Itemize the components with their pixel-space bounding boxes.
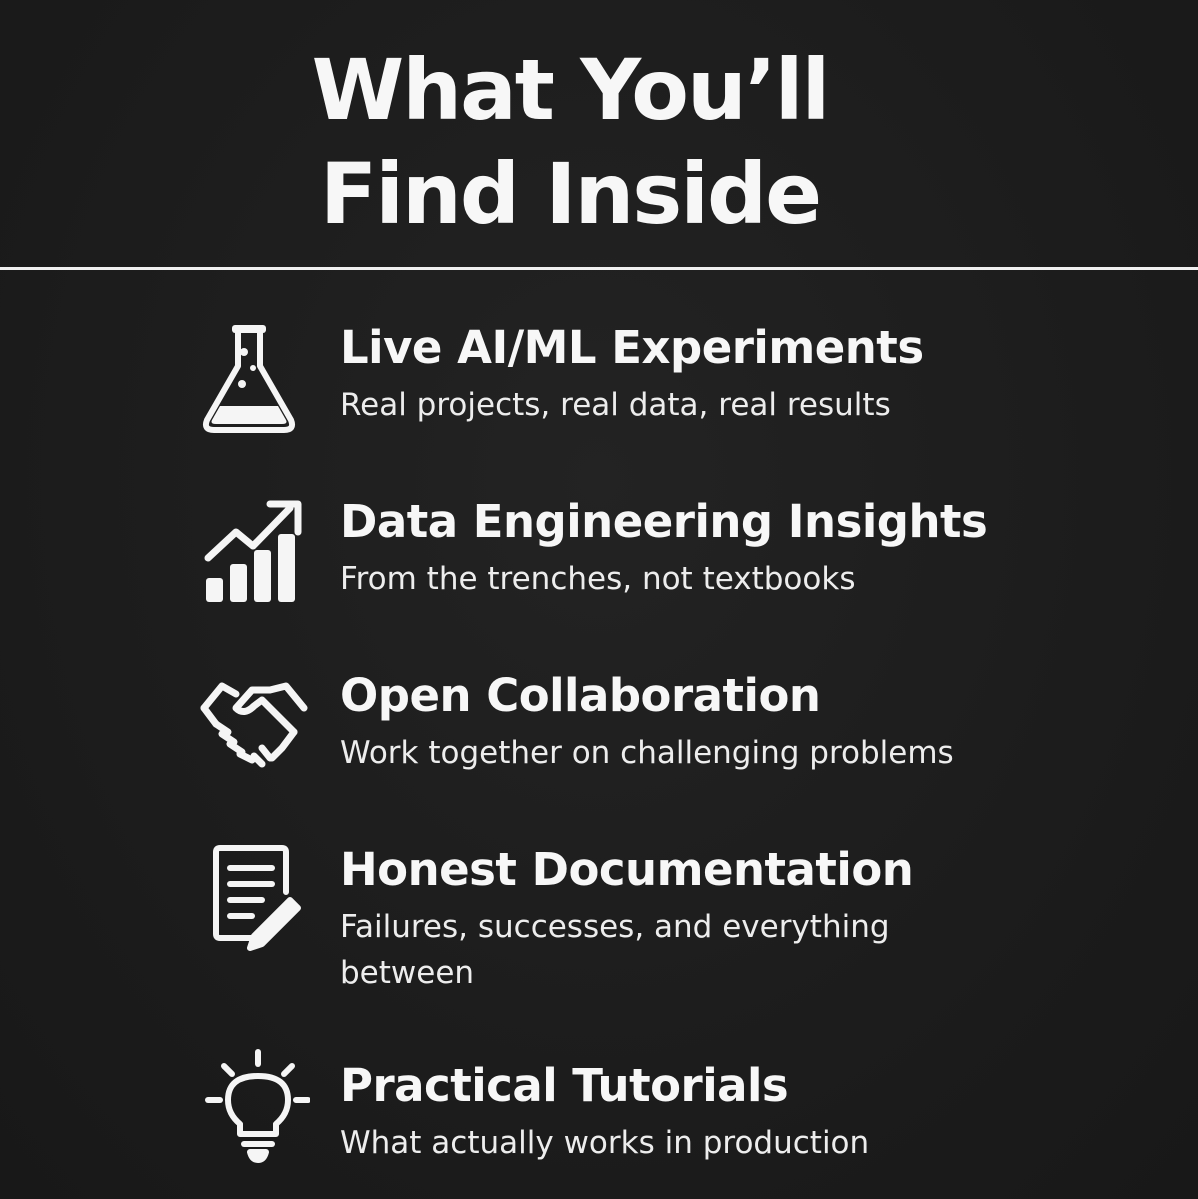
feature-description: Failures, successes, and everything betw…	[340, 909, 890, 991]
lightbulb-icon	[198, 1048, 310, 1168]
growth-chart-icon	[198, 494, 310, 614]
feature-description: From the trenches, not textbooks	[340, 561, 856, 597]
document-pen-icon	[198, 842, 310, 962]
feature-description: Work together on challenging problems	[340, 735, 954, 771]
handshake-icon	[198, 668, 310, 788]
feature-heading: Honest Documentation	[340, 843, 914, 896]
feature-description: Real projects, real data, real results	[340, 387, 891, 423]
feature-heading: Practical Tutorials	[340, 1059, 789, 1112]
page-title: What You’ll Find Inside	[311, 41, 831, 243]
feature-description: What actually works in production	[340, 1125, 870, 1161]
feature-heading: Live AI/ML Experiments	[340, 321, 924, 374]
feature-heading: Open Collaboration	[340, 669, 821, 722]
feature-heading: Data Engineering Insights	[340, 495, 988, 548]
flask-icon	[198, 320, 310, 440]
title-divider	[0, 267, 1198, 270]
